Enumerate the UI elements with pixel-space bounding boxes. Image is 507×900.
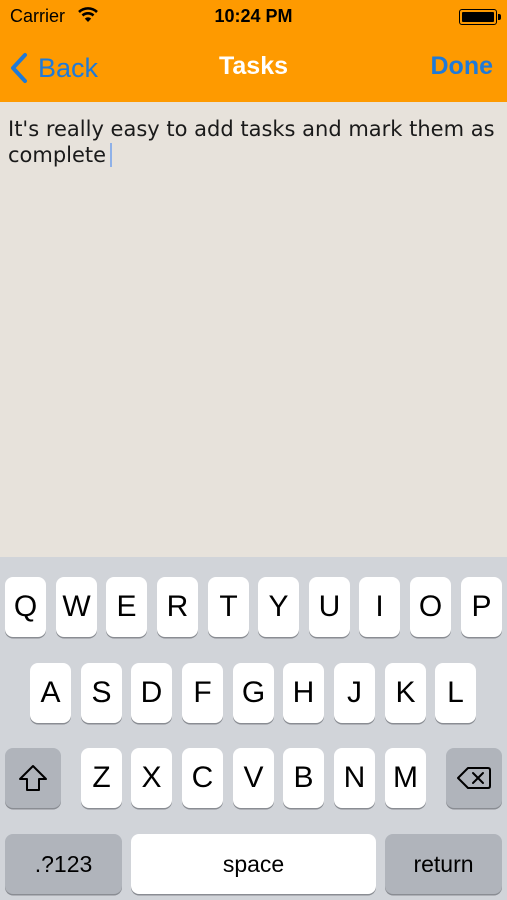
delete-key[interactable] <box>446 748 502 808</box>
key-i[interactable]: I <box>359 577 400 637</box>
key-a[interactable]: A <box>30 663 71 723</box>
key-s[interactable]: S <box>81 663 122 723</box>
key-p[interactable]: P <box>461 577 502 637</box>
key-h[interactable]: H <box>283 663 324 723</box>
key-w[interactable]: W <box>56 577 97 637</box>
key-x[interactable]: X <box>131 748 172 808</box>
task-text: It's really easy to add tasks and mark t… <box>8 117 495 167</box>
top-bar: Carrier 10:24 PM Back Tasks Done <box>0 0 507 102</box>
status-time: 10:24 PM <box>214 6 293 26</box>
key-c[interactable]: C <box>182 748 223 808</box>
task-text-content: It's really easy to add tasks and mark t… <box>8 116 498 168</box>
numbers-key[interactable]: .?123 <box>5 834 122 894</box>
backspace-icon <box>457 767 491 789</box>
key-e[interactable]: E <box>106 577 147 637</box>
shift-arrow-icon <box>19 765 47 791</box>
key-n[interactable]: N <box>334 748 375 808</box>
key-f[interactable]: F <box>182 663 223 723</box>
space-key[interactable]: space <box>131 834 376 894</box>
key-z[interactable]: Z <box>81 748 122 808</box>
return-key[interactable]: return <box>385 834 502 894</box>
shift-key[interactable] <box>5 748 61 808</box>
done-button[interactable]: Done <box>431 52 494 81</box>
key-k[interactable]: K <box>385 663 426 723</box>
key-u[interactable]: U <box>309 577 350 637</box>
keyboard: Q W E R T Y U I O P A S D F G H J K L Z … <box>0 557 507 900</box>
text-cursor <box>110 143 113 167</box>
key-v[interactable]: V <box>233 748 274 808</box>
key-j[interactable]: J <box>334 663 375 723</box>
key-l[interactable]: L <box>435 663 476 723</box>
key-y[interactable]: Y <box>258 577 299 637</box>
key-d[interactable]: D <box>131 663 172 723</box>
battery-icon <box>459 9 501 25</box>
key-o[interactable]: O <box>410 577 451 637</box>
key-t[interactable]: T <box>208 577 249 637</box>
key-m[interactable]: M <box>385 748 426 808</box>
key-b[interactable]: B <box>283 748 324 808</box>
key-g[interactable]: G <box>233 663 274 723</box>
key-r[interactable]: R <box>157 577 198 637</box>
navigation-bar: Back Tasks Done <box>0 34 507 102</box>
task-text-area[interactable]: It's really easy to add tasks and mark t… <box>0 102 507 557</box>
status-bar: Carrier 10:24 PM <box>0 0 507 34</box>
key-q[interactable]: Q <box>5 577 46 637</box>
